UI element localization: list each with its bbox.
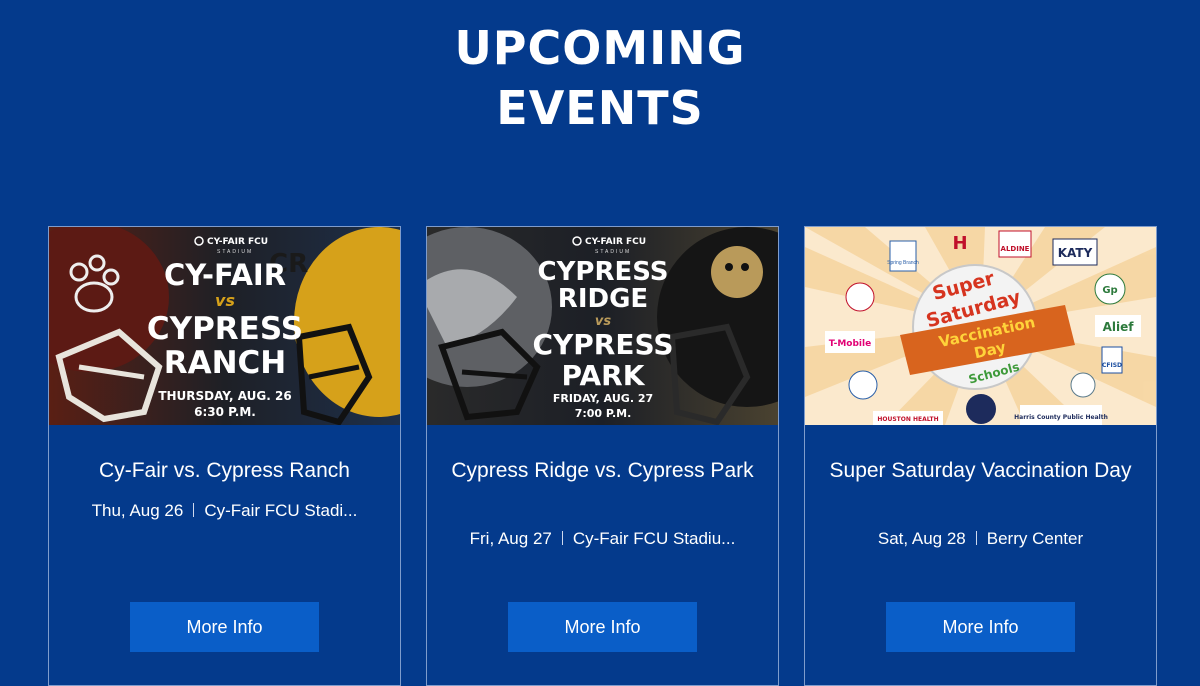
- page-title-line1: UPCOMING: [454, 21, 746, 75]
- more-info-button[interactable]: More Info: [886, 602, 1075, 652]
- team1-line2-label: RIDGE: [558, 284, 648, 314]
- event-card: Super Saturday Vaccination Day Schools S…: [804, 226, 1157, 686]
- team2-line2-label: PARK: [562, 359, 646, 392]
- vs-label: vs: [215, 291, 235, 310]
- team2-line1-label: CYPRESS: [532, 328, 673, 361]
- meta-divider: [193, 503, 195, 517]
- page-title: UPCOMING EVENTS: [0, 18, 1200, 138]
- event-card: CR CY-FAIR FCU STADIUM CY-FAIR vs CYPRES…: [48, 226, 401, 686]
- event-title[interactable]: Cypress Ridge vs. Cypress Park: [447, 457, 758, 485]
- more-info-button[interactable]: More Info: [508, 602, 697, 652]
- graphic-date-label: FRIDAY, AUG. 27: [553, 392, 653, 405]
- event-venue: Cy-Fair FCU Stadi...: [204, 501, 358, 520]
- brand-sub-label: STADIUM: [595, 249, 631, 255]
- logo-gp: Gp: [1102, 285, 1117, 296]
- event-graphic-cypress-ridge-park: CY-FAIR FCU STADIUM CYPRESS RIDGE vs CYP…: [427, 227, 778, 425]
- event-title[interactable]: Super Saturday Vaccination Day: [825, 457, 1136, 485]
- team2-line2-label: RANCH: [164, 345, 287, 381]
- event-graphic-cyfair-cypress-ranch: CR CY-FAIR FCU STADIUM CY-FAIR vs CYPRES…: [49, 227, 400, 425]
- logo-harris-county: Harris County Public Health: [1014, 414, 1108, 421]
- event-meta: Thu, Aug 26 Cy-Fair FCU Stadi...: [59, 499, 390, 523]
- event-meta: Sat, Aug 28 Berry Center: [815, 527, 1146, 551]
- team1-label: CY-FAIR: [164, 258, 286, 292]
- logo-houston-health: HOUSTON HEALTH: [877, 416, 938, 423]
- brand-label: CY-FAIR FCU: [207, 237, 268, 247]
- meta-divider: [975, 531, 977, 545]
- logo-t-mobile: T-Mobile: [829, 339, 871, 349]
- event-date: Fri, Aug 27: [469, 529, 552, 548]
- event-date: Sat, Aug 28: [877, 529, 966, 548]
- logo-katy: KATY: [1058, 246, 1093, 260]
- event-image[interactable]: CY-FAIR FCU STADIUM CYPRESS RIDGE vs CYP…: [427, 227, 778, 425]
- logo-cfisd: CFISD: [1102, 362, 1122, 369]
- brand-label: CY-FAIR FCU: [585, 237, 646, 247]
- event-title[interactable]: Cy-Fair vs. Cypress Ranch: [69, 457, 380, 485]
- logo-spring-branch: Spring Branch: [887, 260, 919, 266]
- event-card: CY-FAIR FCU STADIUM CYPRESS RIDGE vs CYP…: [426, 226, 779, 686]
- graphic-time-label: 6:30 P.M.: [194, 405, 256, 419]
- more-info-button[interactable]: More Info: [130, 602, 319, 652]
- graphic-date-label: THURSDAY, AUG. 26: [158, 389, 291, 403]
- vs-label: vs: [595, 314, 611, 329]
- event-image[interactable]: CR CY-FAIR FCU STADIUM CY-FAIR vs CYPRES…: [49, 227, 400, 425]
- meta-divider: [561, 531, 563, 545]
- event-image[interactable]: Super Saturday Vaccination Day Schools S…: [805, 227, 1156, 425]
- logo-alief: Alief: [1103, 320, 1135, 334]
- event-meta: Fri, Aug 27 Cy-Fair FCU Stadiu...: [437, 527, 768, 551]
- team2-line1-label: CYPRESS: [147, 311, 303, 347]
- event-date: Thu, Aug 26: [91, 501, 184, 520]
- page-title-line2: EVENTS: [496, 81, 704, 135]
- brand-sub-label: STADIUM: [217, 249, 253, 255]
- team1-line1-label: CYPRESS: [537, 257, 668, 287]
- event-venue: Berry Center: [986, 529, 1084, 548]
- logo-h: H: [952, 233, 967, 254]
- event-graphic-vaccination-day: Super Saturday Vaccination Day Schools S…: [805, 227, 1156, 425]
- graphic-time-label: 7:00 P.M.: [575, 407, 632, 420]
- logo-aldine: ALDINE: [1001, 245, 1030, 253]
- event-venue: Cy-Fair FCU Stadiu...: [572, 529, 736, 548]
